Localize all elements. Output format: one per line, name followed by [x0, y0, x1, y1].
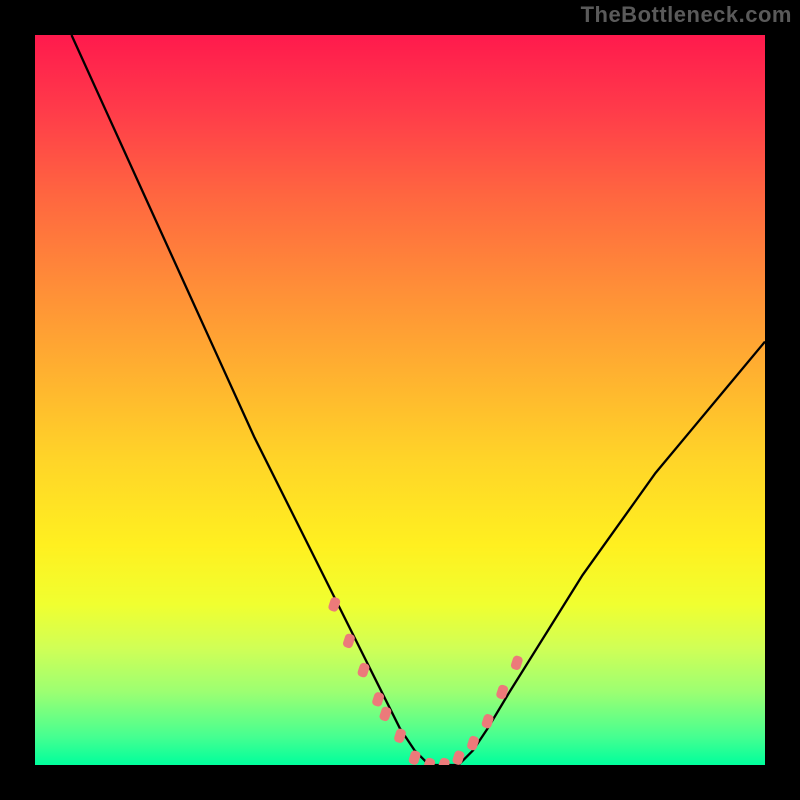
gradient-background: [35, 35, 765, 765]
watermark-text: TheBottleneck.com: [581, 2, 792, 28]
chart-frame: [35, 35, 765, 765]
